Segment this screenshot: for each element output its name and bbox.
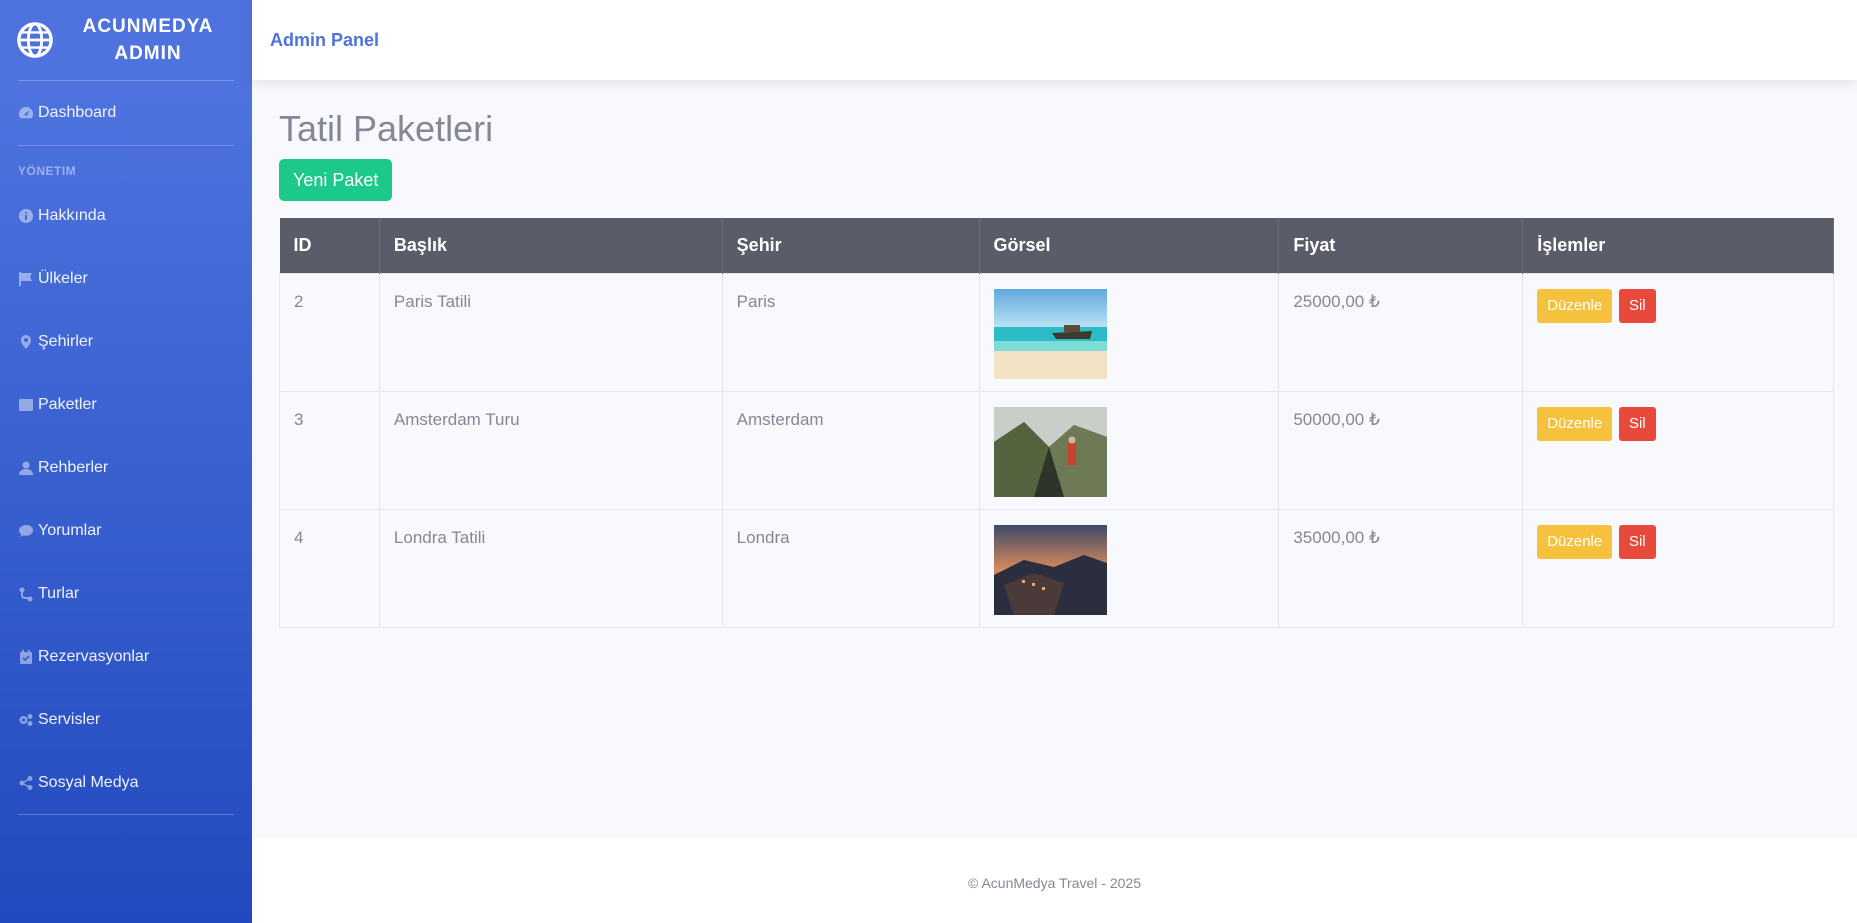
- brand-name: ACUNMEDYA ADMIN: [54, 13, 252, 67]
- flag-icon: [19, 271, 32, 286]
- edit-button[interactable]: Düzenle: [1537, 288, 1613, 323]
- cogs-icon: [19, 713, 33, 726]
- cell-price: 25000,00 ₺: [1278, 272, 1524, 392]
- sidebar-item-sosyal-medya[interactable]: Sosyal Medya: [0, 751, 252, 814]
- cell-city: Londra: [721, 508, 980, 628]
- box-icon: [19, 398, 33, 411]
- sidebar-item-dashboard[interactable]: Dashboard: [0, 81, 252, 145]
- sidebar-item-sehirler[interactable]: Şehirler: [0, 310, 252, 373]
- cell-title: Londra Tatili: [378, 508, 723, 628]
- delete-button[interactable]: Sil: [1618, 406, 1656, 441]
- sidebar-item-label: Rehberler: [38, 458, 109, 476]
- sidebar-item-label: Yorumlar: [38, 521, 102, 539]
- globe-icon: [17, 22, 53, 58]
- cell-price: 50000,00 ₺: [1278, 390, 1524, 510]
- sidebar-item-label: Rezervasyonlar: [38, 647, 150, 665]
- sidebar-item-servisler[interactable]: Servisler: [0, 688, 252, 751]
- sidebar: ACUNMEDYA ADMIN Dashboard YÖNETIM Hakkın…: [0, 0, 252, 923]
- calendar-check-icon: [20, 649, 32, 664]
- cell-id: 2: [279, 272, 380, 392]
- sidebar-item-label: Dashboard: [38, 104, 117, 121]
- sidebar-item-rezervasyonlar[interactable]: Rezervasyonlar: [0, 625, 252, 688]
- footer-text: © AcunMedya Travel - 2025: [968, 875, 1141, 891]
- cell-city: Paris: [721, 272, 980, 392]
- sidebar-item-label: Turlar: [38, 584, 80, 602]
- beach-boat-image: [993, 288, 1107, 379]
- footer: © AcunMedya Travel - 2025: [252, 838, 1857, 923]
- cell-title: Amsterdam Turu: [378, 390, 723, 510]
- user-icon: [19, 461, 33, 475]
- column-header-actions: İşlemler: [1522, 218, 1834, 273]
- sidebar-divider: [18, 814, 234, 815]
- sidebar-heading: YÖNETIM: [18, 164, 77, 178]
- column-header-image: Görsel: [979, 218, 1280, 273]
- page-title: Tatil Paketleri: [279, 108, 494, 149]
- table-row: 2 Paris Tatili Paris 25000,00 ₺ Düzenle …: [279, 272, 1834, 392]
- delete-button[interactable]: Sil: [1618, 524, 1656, 559]
- sidebar-item-paketler[interactable]: Paketler: [0, 373, 252, 436]
- cell-image: [978, 508, 1280, 628]
- coastal-town-sunset-image: [993, 524, 1107, 615]
- cell-image: [978, 272, 1280, 392]
- cell-city: Amsterdam: [721, 390, 980, 510]
- sidebar-item-label: Paketler: [38, 395, 97, 413]
- map-marker-icon: [21, 334, 31, 349]
- topbar-title[interactable]: Admin Panel: [270, 30, 379, 51]
- info-icon: [19, 208, 33, 223]
- edit-button[interactable]: Düzenle: [1537, 406, 1613, 441]
- sidebar-item-label: Hakkında: [38, 206, 106, 224]
- cell-price: 35000,00 ₺: [1278, 508, 1524, 628]
- new-package-button[interactable]: Yeni Paket: [279, 159, 393, 201]
- cell-id: 3: [279, 390, 380, 510]
- cell-actions: Düzenle Sil: [1522, 508, 1834, 628]
- share-icon: [19, 775, 33, 790]
- table-row: 3 Amsterdam Turu Amsterdam 50000,00 ₺ Dü…: [279, 390, 1834, 510]
- sidebar-item-hakkinda[interactable]: Hakkında: [0, 184, 252, 247]
- cell-actions: Düzenle Sil: [1522, 272, 1834, 392]
- mountain-hiker-image: [993, 406, 1107, 497]
- cell-actions: Düzenle Sil: [1522, 390, 1834, 510]
- table-row: 4 Londra Tatili Londra 35000,00 ₺ Düzenl…: [279, 508, 1834, 628]
- cell-image: [978, 390, 1280, 510]
- sidebar-item-label: Sosyal Medya: [38, 773, 139, 791]
- table-header-row: ID Başlık Şehir Görsel Fiyat İşlemler: [279, 218, 1834, 273]
- column-header-id: ID: [279, 218, 380, 273]
- comment-icon: [19, 524, 33, 537]
- topbar: Admin Panel: [252, 0, 1857, 80]
- sidebar-item-label: Şehirler: [38, 332, 94, 350]
- sidebar-brand[interactable]: ACUNMEDYA ADMIN: [0, 0, 252, 80]
- sidebar-item-rehberler[interactable]: Rehberler: [0, 436, 252, 499]
- sidebar-item-ulkeler[interactable]: Ülkeler: [0, 247, 252, 310]
- sidebar-item-label: Servisler: [38, 710, 101, 728]
- cell-title: Paris Tatili: [378, 272, 723, 392]
- packages-table: ID Başlık Şehir Görsel Fiyat İşlemler 2 …: [279, 218, 1834, 628]
- edit-button[interactable]: Düzenle: [1537, 524, 1613, 559]
- sidebar-item-turlar[interactable]: Turlar: [0, 562, 252, 625]
- brand-line-2: ADMIN: [114, 43, 182, 64]
- sidebar-item-label: Ülkeler: [38, 269, 88, 287]
- delete-button[interactable]: Sil: [1618, 288, 1656, 323]
- tachometer-icon: [19, 107, 33, 119]
- column-header-price: Fiyat: [1278, 218, 1524, 273]
- brand-line-1: ACUNMEDYA: [82, 16, 214, 37]
- cell-id: 4: [279, 508, 380, 628]
- column-header-title: Başlık: [379, 218, 723, 273]
- main-content: Tatil Paketleri Yeni Paket ID Başlık Şeh…: [279, 80, 1834, 628]
- sidebar-item-yorumlar[interactable]: Yorumlar: [0, 499, 252, 562]
- route-icon: [19, 587, 33, 601]
- column-header-city: Şehir: [722, 218, 980, 273]
